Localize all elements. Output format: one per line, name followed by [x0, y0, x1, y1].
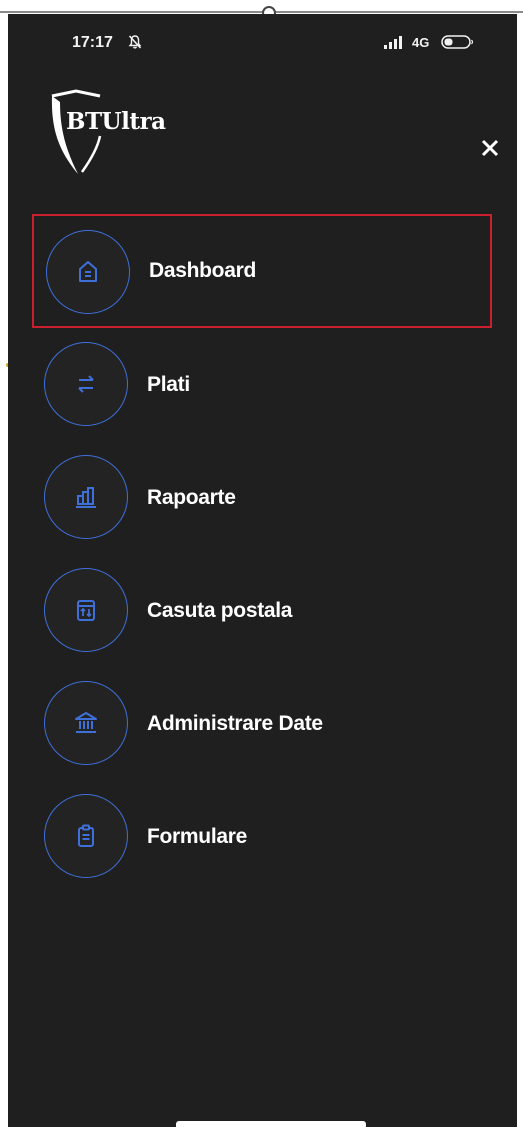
silent-bell-icon [128, 35, 142, 49]
logo-wordmark: BTUltra [66, 108, 166, 135]
menu-item-label: Plati [147, 373, 190, 396]
close-menu-button[interactable] [478, 136, 502, 160]
menu-icon-circle [44, 342, 128, 426]
menu-icon-circle [46, 230, 130, 314]
home-indicator[interactable] [176, 1121, 366, 1127]
signal-bars-icon [384, 36, 402, 49]
window-top-bar [0, 0, 523, 20]
bank-building-icon [75, 712, 97, 733]
menu-item-rapoarte[interactable]: Rapoarte [32, 441, 492, 555]
status-bar: 17:17 4G [8, 14, 523, 74]
app-logo: BTUltra [46, 88, 186, 178]
menu-item-dashboard[interactable]: Dashboard [32, 214, 492, 328]
menu-item-label: Formulare [147, 825, 247, 848]
transfer-arrows-icon [78, 375, 94, 393]
mailbox-icon [77, 600, 95, 621]
menu-item-label: Rapoarte [147, 486, 236, 509]
menu-item-plati[interactable]: Plati [32, 328, 492, 442]
menu-icon-circle [44, 794, 128, 878]
clipboard-icon [78, 824, 94, 847]
network-type: 4G [412, 35, 430, 50]
menu-item-label: Casuta postala [147, 599, 293, 622]
home-icon [79, 261, 97, 282]
menu-item-casuta-postala[interactable]: Casuta postala [32, 554, 492, 668]
menu-item-formulare[interactable]: Formulare [32, 780, 492, 894]
menu-icon-circle [44, 455, 128, 539]
phone-screen: 17:17 4G BTUltra Dashboard Plati Rapoart… [8, 14, 523, 1127]
bar-chart-icon [76, 487, 96, 508]
menu-item-administrare-date[interactable]: Administrare Date [32, 667, 492, 781]
menu-icon-circle [44, 568, 128, 652]
menu-icon-circle [44, 681, 128, 765]
close-icon [481, 139, 499, 157]
right-edge [517, 14, 523, 1127]
status-time: 17:17 [72, 34, 113, 51]
menu-item-label: Administrare Date [147, 712, 323, 735]
battery-icon [441, 35, 474, 49]
menu-item-label: Dashboard [149, 259, 256, 282]
